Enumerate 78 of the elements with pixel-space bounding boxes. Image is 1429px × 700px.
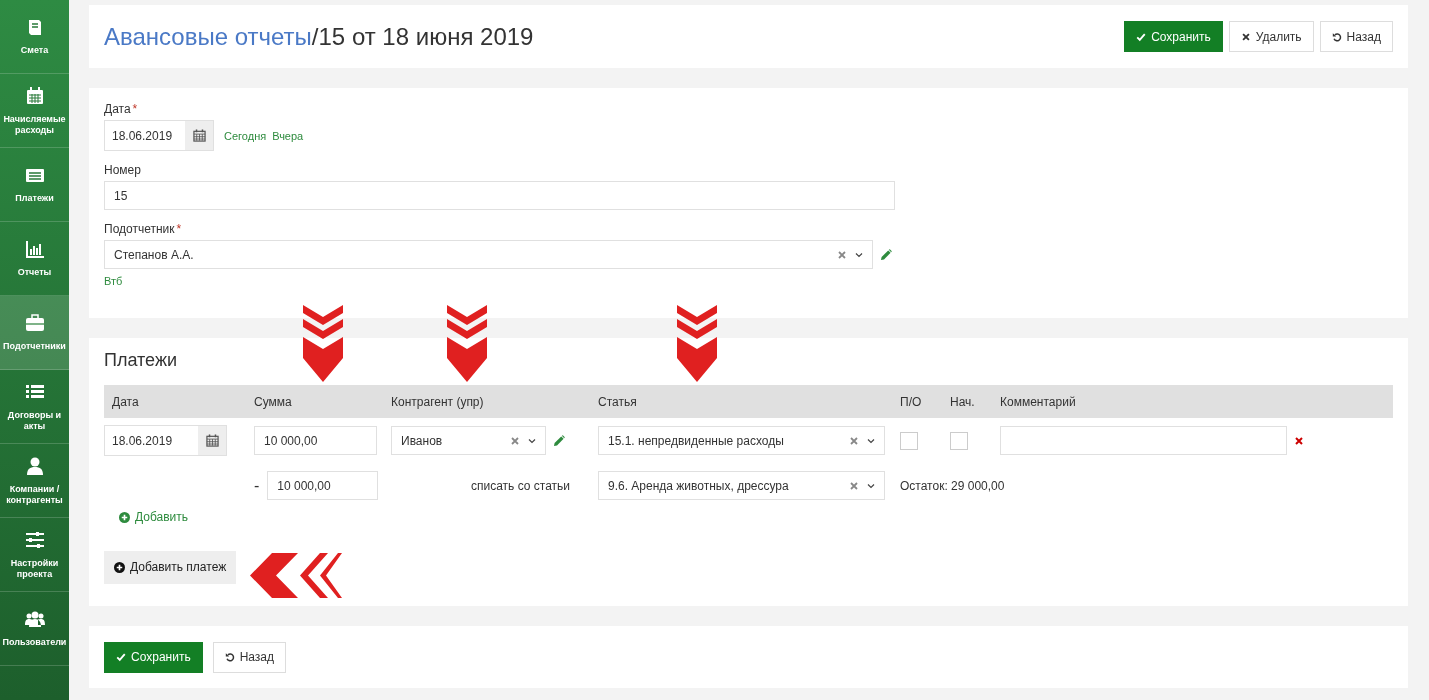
check-icon: [116, 652, 126, 662]
sidebar-item-icon: [24, 529, 45, 550]
accountable-select[interactable]: Степанов А.А.: [104, 240, 873, 269]
clear-icon[interactable]: [850, 481, 858, 490]
required-mark: *: [176, 222, 182, 236]
calendar-button[interactable]: [185, 121, 213, 150]
caret-icon[interactable]: [528, 436, 536, 445]
sidebar-item[interactable]: Договоры и акты: [0, 370, 69, 444]
date-field[interactable]: 18.06.2019: [104, 120, 214, 151]
sidebar-item[interactable]: Смета: [0, 0, 69, 74]
check-icon: [1136, 31, 1147, 42]
date-field[interactable]: 18.06.2019: [104, 425, 227, 456]
checkbox[interactable]: [900, 431, 918, 450]
pencil-icon[interactable]: [880, 248, 892, 261]
amount-field[interactable]: 10 000,00: [254, 426, 377, 455]
save-button[interactable]: Сохранить: [1124, 21, 1223, 52]
sidebar-item[interactable]: Начисляемые расходы: [0, 74, 69, 148]
article-select[interactable]: 15.1. непредвиденные расходы: [598, 426, 885, 455]
calendar-icon: [205, 434, 219, 447]
remainder-text: Остаток: 29 000,00: [900, 478, 1005, 493]
column-header: Комментарий: [1000, 394, 1076, 409]
sidebar-item-icon: [24, 455, 45, 476]
column-header: Нач.: [950, 394, 975, 409]
column-header: Дата: [111, 394, 139, 409]
column-header: Сумма: [254, 394, 292, 409]
clear-icon[interactable]: [850, 436, 858, 445]
sidebar-item[interactable]: Отчеты: [0, 222, 69, 296]
counterparty-select[interactable]: Иванов: [391, 426, 546, 455]
breadcrumb-link[interactable]: Авансовые отчеты: [104, 22, 312, 51]
breadcrumb-separator: /: [311, 22, 319, 51]
clear-icon[interactable]: [838, 250, 846, 259]
add-link[interactable]: Добавить: [119, 510, 189, 524]
back-button[interactable]: Назад: [212, 641, 287, 673]
sidebar-item-icon: [24, 239, 45, 259]
undo-icon: [1331, 31, 1342, 42]
plus-circle-icon: [119, 511, 130, 523]
sidebar-item-icon: [24, 313, 45, 333]
section-title: Платежи: [104, 350, 177, 371]
sidebar-item-icon: [24, 85, 45, 106]
column-header: П/О: [900, 394, 922, 409]
add-payment-button[interactable]: Добавить платеж: [104, 550, 237, 584]
caret-icon[interactable]: [867, 481, 875, 490]
quick-date-link[interactable]: Сегодня: [224, 129, 267, 142]
save-button[interactable]: Сохранить: [104, 641, 203, 673]
writeoff-label: списать со статьи: [470, 478, 570, 493]
number-field[interactable]: 15: [104, 181, 895, 210]
caret-icon[interactable]: [867, 436, 875, 445]
column-header: Контрагент (упр): [391, 394, 484, 409]
delete-button[interactable]: Удалить: [1228, 21, 1314, 52]
field-label: Номер: [104, 163, 141, 177]
close-icon: [1240, 31, 1251, 42]
clear-icon[interactable]: [511, 436, 519, 445]
sidebar-item-icon: [24, 609, 45, 629]
column-header: Статья: [598, 394, 637, 409]
required-mark: *: [132, 102, 138, 116]
caret-icon[interactable]: [855, 250, 863, 259]
page-title: 15 от 18 июня 2019: [318, 22, 534, 51]
pencil-icon[interactable]: [553, 434, 565, 447]
delete-icon[interactable]: [1295, 436, 1303, 445]
sidebar-item[interactable]: Компании / контрагенты: [0, 444, 69, 518]
plus-circle-icon: [114, 561, 125, 573]
comment-field[interactable]: [1000, 426, 1287, 455]
sidebar-item[interactable]: Подотчетники: [0, 296, 69, 370]
calendar-button[interactable]: [198, 426, 226, 455]
quick-date-link[interactable]: Вчера: [272, 129, 304, 142]
calendar-icon: [192, 129, 206, 142]
undo-icon: [224, 652, 235, 662]
amount-field[interactable]: 10 000,00: [267, 471, 379, 500]
checkbox[interactable]: [950, 431, 968, 450]
minus-sign: -: [254, 476, 260, 495]
article-select[interactable]: 9.6. Аренда животных, дрессура: [598, 471, 885, 500]
accountable-note: Втб: [104, 275, 124, 287]
sidebar-item[interactable]: Пользователи: [0, 592, 69, 666]
sidebar-item[interactable]: Платежи: [0, 148, 69, 222]
sidebar-item[interactable]: Настройки проекта: [0, 518, 69, 592]
back-button[interactable]: Назад: [1319, 21, 1393, 52]
field-label: Подотчетник: [104, 222, 175, 236]
field-label: Дата: [104, 102, 131, 116]
